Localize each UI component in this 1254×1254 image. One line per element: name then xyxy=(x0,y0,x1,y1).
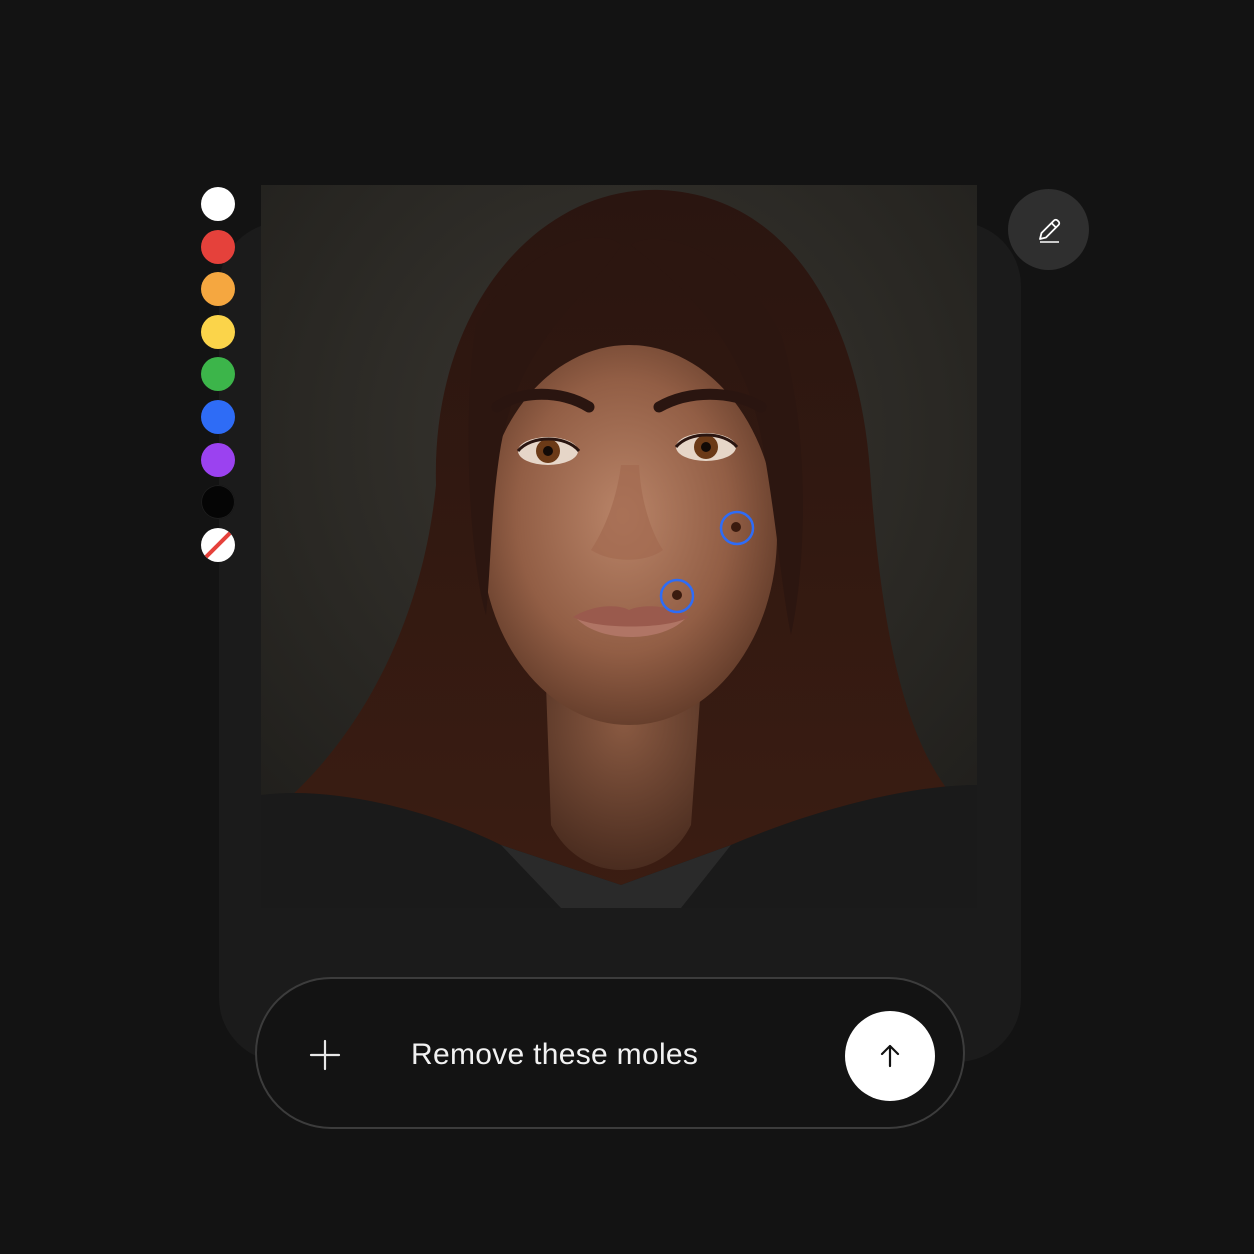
photo-canvas[interactable] xyxy=(261,185,977,908)
add-button[interactable] xyxy=(305,1035,345,1075)
edit-button[interactable] xyxy=(1008,189,1089,270)
color-swatch-orange[interactable] xyxy=(201,272,235,307)
color-swatch-green[interactable] xyxy=(201,357,235,392)
plus-icon xyxy=(309,1039,341,1071)
color-palette xyxy=(201,187,237,570)
pencil-icon xyxy=(1038,218,1060,243)
prompt-input[interactable]: Remove these moles xyxy=(411,1035,698,1075)
no-color-icon[interactable] xyxy=(201,527,235,562)
color-swatch-red[interactable] xyxy=(201,229,235,264)
portrait-image xyxy=(261,185,977,908)
send-button[interactable] xyxy=(845,1011,935,1101)
color-swatch-black[interactable] xyxy=(201,485,235,520)
color-swatch-blue[interactable] xyxy=(201,399,235,434)
editor-stage: Remove these moles xyxy=(0,0,1254,1254)
color-swatch-white[interactable] xyxy=(201,187,235,221)
color-swatch-purple[interactable] xyxy=(201,442,235,477)
arrow-up-icon xyxy=(880,1044,900,1068)
prompt-bar: Remove these moles xyxy=(255,977,965,1129)
color-swatch-yellow[interactable] xyxy=(201,314,235,349)
